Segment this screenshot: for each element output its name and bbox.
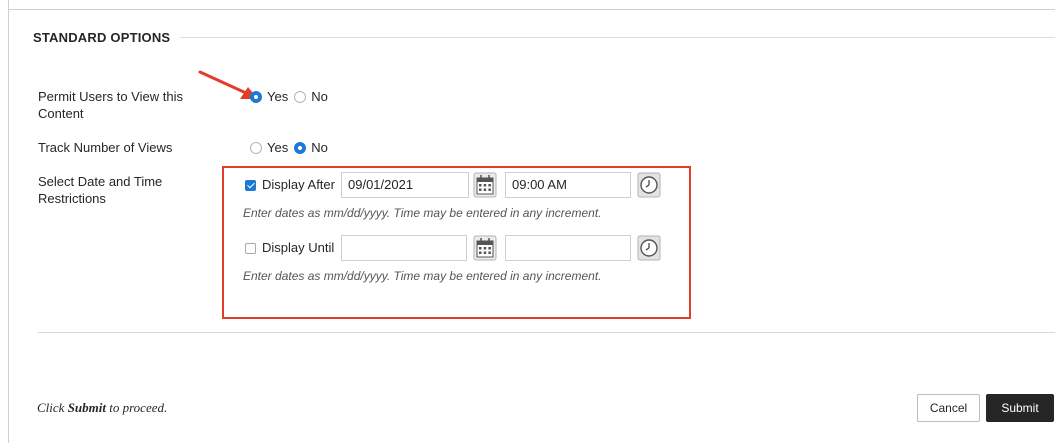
- display-until-date-input[interactable]: [341, 235, 467, 261]
- page-frame-top: [8, 0, 1055, 10]
- track-views-no-radio[interactable]: [294, 141, 307, 154]
- display-after-label: Display After: [262, 177, 335, 192]
- track-views-radio-group: Yes No: [250, 140, 334, 155]
- cancel-button[interactable]: Cancel: [917, 394, 980, 422]
- permit-view-no-radio[interactable]: [294, 90, 307, 103]
- permit-view-yes-label: Yes: [267, 89, 289, 104]
- date-restrictions-label: Select Date and Time Restrictions: [38, 174, 163, 206]
- display-after-checkbox[interactable]: [245, 180, 256, 191]
- display-until-checkbox[interactable]: [245, 243, 256, 254]
- calendar-icon[interactable]: [473, 235, 497, 261]
- section-rule: [180, 37, 1055, 38]
- submit-button[interactable]: Submit: [986, 394, 1054, 422]
- display-until-time-input[interactable]: [505, 235, 631, 261]
- clock-icon[interactable]: [637, 172, 661, 198]
- permit-view-radio-group: Yes No: [250, 89, 334, 104]
- permit-view-yes-radio[interactable]: [250, 90, 262, 103]
- section-title: STANDARD OPTIONS: [33, 30, 171, 45]
- track-views-no-label: No: [311, 140, 328, 155]
- clock-icon[interactable]: [637, 235, 661, 261]
- display-after-time-input[interactable]: 09:00 AM: [505, 172, 631, 198]
- permit-view-no-label: No: [311, 89, 328, 104]
- calendar-icon[interactable]: [473, 172, 497, 198]
- section-divider: [38, 332, 1055, 333]
- display-until-hint: Enter dates as mm/dd/yyyy. Time may be e…: [243, 269, 602, 283]
- track-views-label: Track Number of Views: [38, 140, 173, 155]
- page-frame-left: [8, 0, 9, 443]
- submit-instruction: Click Submit to proceed.: [37, 400, 168, 415]
- track-views-yes-label: Yes: [267, 140, 289, 155]
- permit-view-label: Permit Users to View this Content: [38, 89, 183, 121]
- display-until-label: Display Until: [262, 240, 335, 255]
- display-after-hint: Enter dates as mm/dd/yyyy. Time may be e…: [243, 206, 602, 220]
- track-views-yes-radio[interactable]: [250, 141, 262, 154]
- section-header: STANDARD OPTIONS: [33, 30, 1055, 45]
- display-after-date-input[interactable]: 09/01/2021: [341, 172, 469, 198]
